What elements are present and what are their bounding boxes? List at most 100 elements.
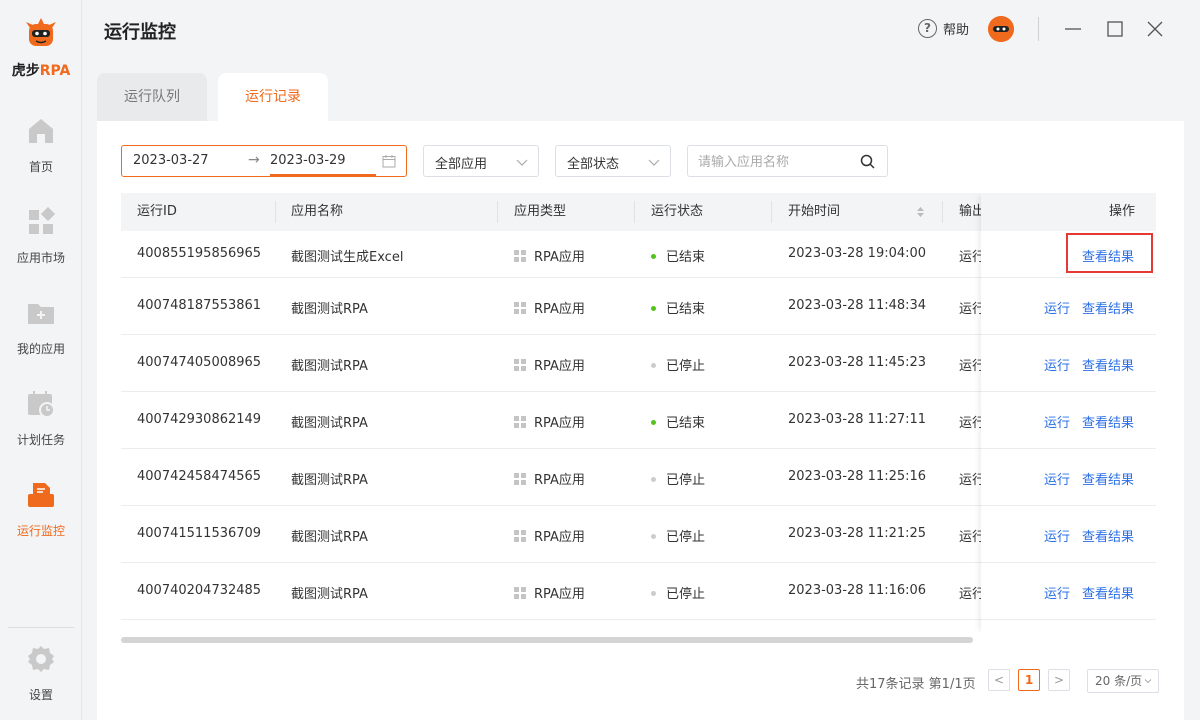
maximize-icon[interactable] xyxy=(1104,18,1126,40)
column-header-app-name: 应用名称 xyxy=(291,204,344,219)
status-dot xyxy=(651,477,656,482)
my-apps-folder-icon xyxy=(28,304,54,324)
calendar-icon[interactable] xyxy=(382,154,396,168)
run-link[interactable]: 运行 xyxy=(1044,298,1070,317)
date-range-picker[interactable]: 2023-03-27 → 2023-03-29 xyxy=(121,145,407,177)
run-link[interactable]: 运行 xyxy=(1044,469,1070,488)
pagination-info: 共17条记录 第1/1页 xyxy=(856,677,976,692)
cell-app-type: RPA应用 xyxy=(514,355,585,374)
sidebar-item-label: 我的应用 xyxy=(16,342,65,356)
page-size-select[interactable]: 20 条/页 xyxy=(1087,669,1159,693)
cell-run-id: 400748187553861 xyxy=(137,298,262,313)
sidebar-item-app-market[interactable]: 应用市场 xyxy=(0,206,82,266)
cell-app-name: 截图测试RPA xyxy=(291,587,368,602)
prev-page-button[interactable]: < xyxy=(988,669,1010,691)
column-separator xyxy=(497,201,498,223)
view-result-link[interactable]: 查看结果 xyxy=(1082,469,1134,488)
column-header-run-id: 运行ID xyxy=(137,204,177,219)
app-grid-icon xyxy=(514,416,526,428)
date-end-input[interactable]: 2023-03-29 xyxy=(270,153,346,168)
sidebar-item-label: 运行监控 xyxy=(16,524,65,538)
sidebar-item-run-monitor[interactable]: 运行监控 xyxy=(0,480,82,539)
cell-run-status: 已结束 xyxy=(651,246,705,265)
cell-app-name: 截图测试RPA xyxy=(291,416,368,431)
actions-cell: 运行 查看结果 xyxy=(981,335,1156,392)
page-size-value: 20 条/页 xyxy=(1095,674,1143,688)
actions-cell: 运行 查看结果 xyxy=(981,278,1156,335)
cell-start-time: 2023-03-28 11:21:25 xyxy=(788,526,927,541)
cell-run-status: 已结束 xyxy=(651,298,705,317)
close-icon[interactable] xyxy=(1144,18,1166,40)
run-link[interactable]: 运行 xyxy=(1044,412,1070,431)
status-dot xyxy=(651,306,656,311)
highlight-box xyxy=(1066,233,1153,273)
next-page-button[interactable]: > xyxy=(1048,669,1070,691)
cell-app-type-label: RPA应用 xyxy=(534,587,585,602)
gear-icon xyxy=(28,646,54,672)
status-label: 已停止 xyxy=(666,473,706,488)
run-records-table: 运行ID 应用名称 应用类型 运行状态 开始时间 输出 400855195856… xyxy=(121,193,1156,633)
search-icon[interactable] xyxy=(860,154,875,169)
sidebar-item-my-apps[interactable]: 我的应用 xyxy=(0,298,82,357)
app-filter-value: 全部应用 xyxy=(435,157,488,172)
cell-run-status: 已停止 xyxy=(651,526,705,545)
sidebar-item-scheduled-tasks[interactable]: 计划任务 xyxy=(0,389,82,448)
status-dot xyxy=(651,363,656,368)
column-separator xyxy=(275,201,276,223)
column-header-start-time: 开始时间 xyxy=(788,204,841,219)
cell-run-id: 400855195856965 xyxy=(137,246,262,261)
date-start-input[interactable]: 2023-03-27 xyxy=(133,153,209,168)
view-result-link[interactable]: 查看结果 xyxy=(1082,583,1134,602)
cell-run-id: 400740204732485 xyxy=(137,583,262,598)
run-link[interactable]: 运行 xyxy=(1044,355,1070,374)
search-input[interactable] xyxy=(698,152,858,172)
page-button-current[interactable]: 1 xyxy=(1018,669,1040,691)
column-header-run-status: 运行状态 xyxy=(651,204,704,219)
cell-app-type-label: RPA应用 xyxy=(534,250,585,265)
header-separator xyxy=(1038,17,1039,41)
status-filter-select[interactable]: 全部状态 xyxy=(555,145,671,177)
tab-run-records[interactable]: 运行记录 xyxy=(218,73,328,121)
cell-app-type-label: RPA应用 xyxy=(534,359,585,374)
app-grid-icon xyxy=(514,587,526,599)
app-grid-icon xyxy=(514,530,526,542)
status-filter-value: 全部状态 xyxy=(567,157,620,172)
run-link[interactable]: 运行 xyxy=(1044,583,1070,602)
run-link[interactable]: 运行 xyxy=(1044,526,1070,545)
help-label: 帮助 xyxy=(943,23,970,38)
app-grid-icon xyxy=(514,359,526,371)
sidebar-item-label: 应用市场 xyxy=(16,251,65,265)
horizontal-scrollbar[interactable] xyxy=(121,637,973,643)
sidebar-item-home[interactable]: 首页 xyxy=(0,116,82,175)
app-grid-icon xyxy=(514,473,526,485)
view-result-link[interactable]: 查看结果 xyxy=(1082,526,1134,545)
cell-start-time: 2023-03-28 11:25:16 xyxy=(788,469,927,484)
view-result-link[interactable]: 查看结果 xyxy=(1082,298,1134,317)
sidebar-item-label: 计划任务 xyxy=(16,433,65,447)
help-button[interactable]: ? 帮助 xyxy=(918,19,969,38)
cell-app-name: 截图测试RPA xyxy=(291,530,368,545)
page-title: 运行监控 xyxy=(104,22,176,43)
cell-app-type-label: RPA应用 xyxy=(534,530,585,545)
view-result-link[interactable]: 查看结果 xyxy=(1082,355,1134,374)
sort-icon[interactable] xyxy=(916,206,925,218)
minimize-icon[interactable] xyxy=(1062,18,1084,40)
cell-app-type-label: RPA应用 xyxy=(534,473,585,488)
sidebar-item-settings[interactable]: 设置 xyxy=(0,644,82,703)
tab-run-queue[interactable]: 运行队列 xyxy=(97,73,207,121)
app-filter-select[interactable]: 全部应用 xyxy=(423,145,539,177)
run-monitor-icon xyxy=(28,483,54,507)
avatar[interactable] xyxy=(988,16,1014,42)
date-end-active-underline xyxy=(270,174,376,176)
app-grid-icon xyxy=(514,250,526,262)
status-dot xyxy=(651,534,656,539)
cell-app-type: RPA应用 xyxy=(514,526,585,545)
actions-cell: 运行 查看结果 xyxy=(981,506,1156,563)
cell-start-time: 2023-03-28 11:16:06 xyxy=(788,583,927,598)
cell-run-status: 已停止 xyxy=(651,583,705,602)
cell-run-id: 400742458474565 xyxy=(137,469,262,484)
status-label: 已停止 xyxy=(666,530,706,545)
view-result-link[interactable]: 查看结果 xyxy=(1082,412,1134,431)
app-name-search xyxy=(687,145,888,177)
status-label: 已停止 xyxy=(666,359,706,374)
